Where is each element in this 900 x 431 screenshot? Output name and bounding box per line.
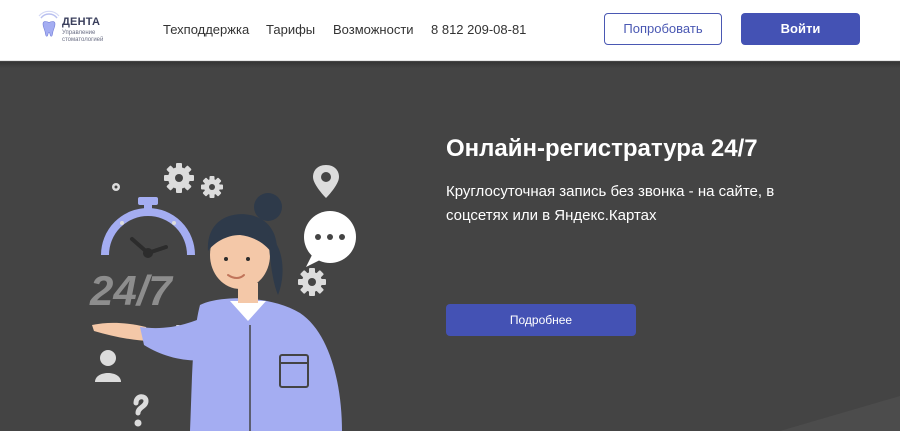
person-icon bbox=[95, 350, 121, 382]
question-mark-icon bbox=[133, 394, 149, 427]
hero-subtitle: Круглосуточная запись без звонка - на са… bbox=[446, 183, 775, 224]
gear-icon bbox=[164, 163, 194, 193]
stopwatch-icon bbox=[101, 197, 195, 258]
header-shadow bbox=[0, 62, 900, 68]
nav-link-pricing[interactable]: Тарифы bbox=[266, 22, 315, 37]
brand-logo[interactable]: ДЕНТА Управление стоматологией bbox=[36, 10, 126, 52]
nav-phone-link[interactable]: 8 812 209-08-81 bbox=[431, 22, 526, 37]
more-button[interactable]: Подробнее bbox=[446, 304, 636, 336]
hero-title: Онлайн-регистратура 24/7 bbox=[446, 135, 758, 162]
location-pin-icon bbox=[313, 165, 339, 198]
chat-bubble-icon bbox=[304, 211, 356, 267]
login-button[interactable]: Войти bbox=[741, 13, 860, 45]
brand-name: ДЕНТА bbox=[62, 16, 101, 28]
nav-link-support[interactable]: Техподдержка bbox=[163, 22, 249, 37]
nav-link-features[interactable]: Возможности bbox=[333, 22, 414, 37]
gear-icon bbox=[112, 183, 120, 191]
try-button[interactable]: Попробовать bbox=[604, 13, 722, 45]
illustration-24-7-text: 24/7 bbox=[89, 267, 173, 314]
gear-icon bbox=[298, 268, 326, 296]
corner-decoration bbox=[780, 396, 900, 431]
gear-icon bbox=[201, 176, 223, 198]
site-header: ДЕНТА Управление стоматологией Техподдер… bbox=[0, 0, 900, 61]
tooth-logo-icon bbox=[38, 10, 60, 37]
hero-illustration: 24/7 bbox=[89, 163, 356, 431]
brand-tagline: Управление стоматологией bbox=[62, 30, 104, 43]
